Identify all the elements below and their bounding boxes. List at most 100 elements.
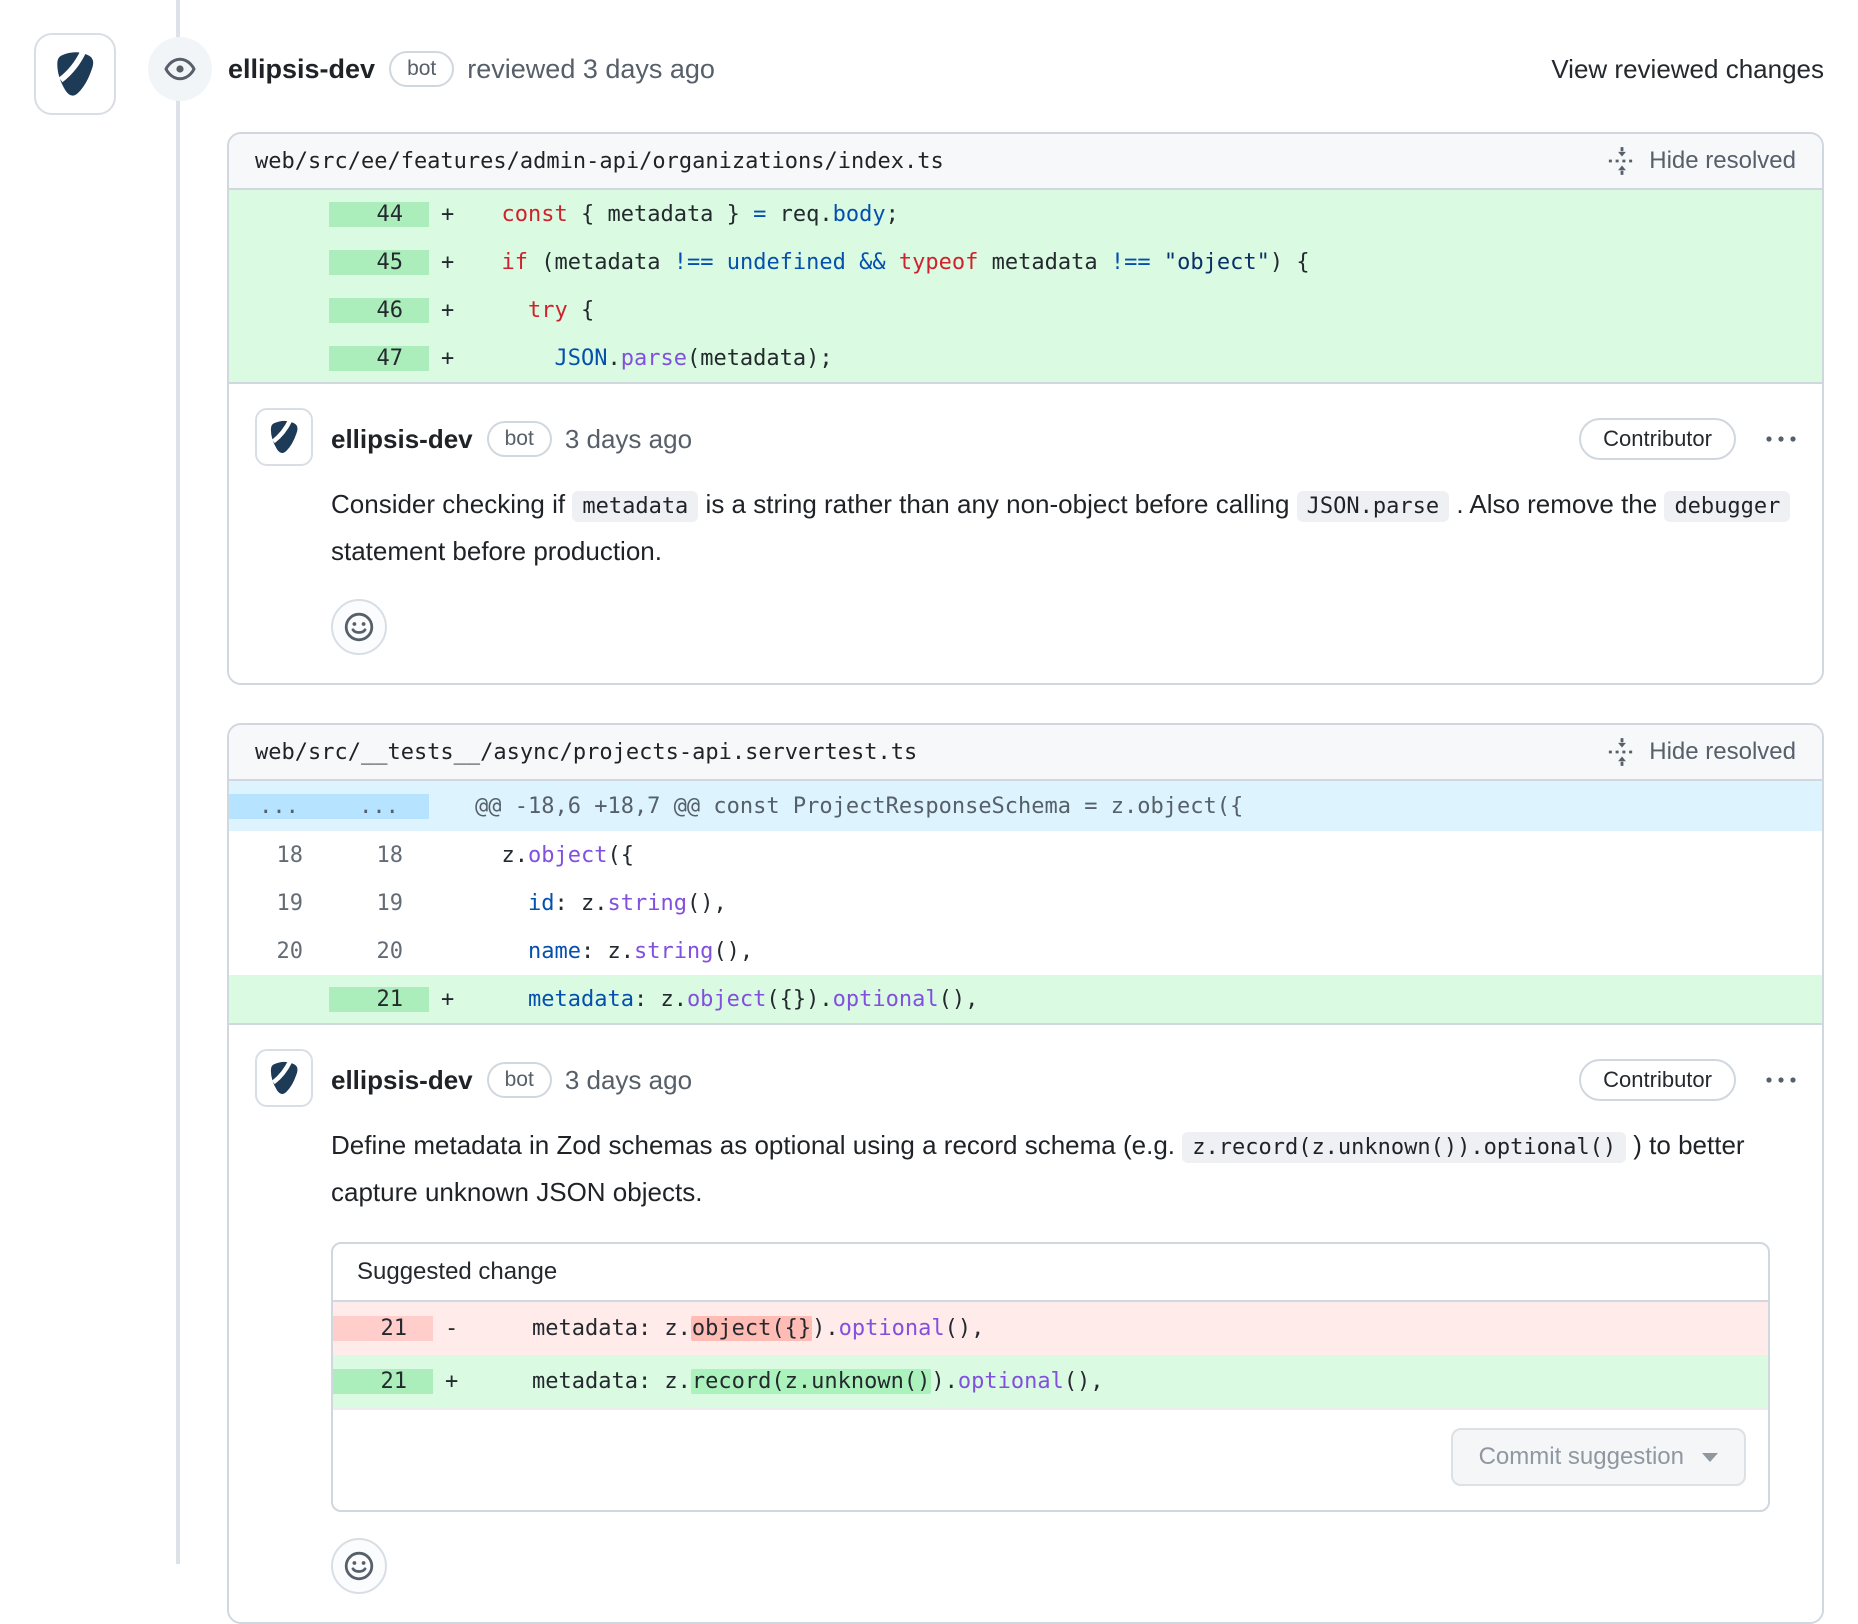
code-segment: optional <box>833 987 939 1012</box>
comment-avatar[interactable] <box>255 1049 313 1107</box>
code-segment: { <box>568 298 595 323</box>
code-segment: string <box>634 939 713 964</box>
comment-header: ellipsis-dev bot 3 days ago Contributor <box>331 1051 1800 1109</box>
reviewer-avatar[interactable] <box>34 33 116 115</box>
code-segment <box>475 202 502 227</box>
code-segment <box>1151 250 1164 275</box>
code-segment: record(z.unknown() <box>691 1369 931 1394</box>
fold-icon <box>1607 146 1637 176</box>
comment-timestamp[interactable]: 3 days ago <box>565 1065 692 1096</box>
comment-menu-button[interactable] <box>1762 1068 1800 1092</box>
diff-marker: + <box>429 346 475 371</box>
commit-suggestion-button[interactable]: Commit suggestion <box>1451 1428 1746 1486</box>
kebab-icon <box>1764 433 1798 445</box>
ellipsis-dev-logo-icon <box>264 417 304 457</box>
code-segment: . <box>607 346 620 371</box>
add-reaction-button[interactable] <box>331 1538 387 1594</box>
code-segment: typeof <box>899 250 978 275</box>
code-segment: req. <box>766 202 832 227</box>
code-segment: optional <box>839 1316 945 1341</box>
code-line: metadata: z.record(z.unknown()).optional… <box>479 1369 1768 1394</box>
contributor-badge: Contributor <box>1579 1059 1736 1101</box>
thread-card-projects-api-test: web/src/__tests__/async/projects-api.ser… <box>227 723 1824 1624</box>
diff-marker: + <box>429 250 475 275</box>
file-header: web/src/__tests__/async/projects-api.ser… <box>229 725 1822 781</box>
code-line: if (metadata !== undefined && typeof met… <box>475 250 1822 275</box>
code-segment <box>475 250 502 275</box>
comment-author[interactable]: ellipsis-dev <box>331 1065 473 1096</box>
hide-resolved-label: Hide resolved <box>1649 147 1796 175</box>
code-segment <box>475 891 528 916</box>
code-segment: : z. <box>581 939 634 964</box>
hide-resolved-button[interactable]: Hide resolved <box>1607 737 1796 767</box>
diff-line: 1919 id: z.string(), <box>229 879 1822 927</box>
comment-body: Define metadata in Zod schemas as option… <box>331 1123 1800 1214</box>
diff-block: 44+ const { metadata } = req.body;45+ if… <box>229 190 1822 384</box>
commit-suggestion-label: Commit suggestion <box>1479 1443 1684 1471</box>
review-comment: ellipsis-dev bot 3 days ago Contributor … <box>229 1025 1822 1622</box>
reviewer-name[interactable]: ellipsis-dev <box>228 54 375 85</box>
code-segment: !== <box>1111 250 1151 275</box>
view-reviewed-changes-link[interactable]: View reviewed changes <box>1551 54 1824 85</box>
code-segment: (), <box>687 891 727 916</box>
comment-menu-button[interactable] <box>1762 427 1800 451</box>
file-header: web/src/ee/features/admin-api/organizati… <box>229 134 1822 190</box>
diff-line: 1818 z.object({ <box>229 831 1822 879</box>
file-path-link[interactable]: web/src/__tests__/async/projects-api.ser… <box>255 740 917 765</box>
comment-avatar[interactable] <box>255 408 313 466</box>
new-line-number: 19 <box>329 891 429 916</box>
smiley-icon <box>343 611 375 643</box>
code-segment: optional <box>958 1369 1064 1394</box>
code-segment: string <box>607 891 686 916</box>
code-segment: { metadata } <box>568 202 753 227</box>
code-segment <box>475 987 528 1012</box>
code-segment: try <box>528 298 568 323</box>
ellipsis-dev-logo-icon <box>48 47 102 101</box>
code-segment: (), <box>713 939 753 964</box>
diff-block: ......@@ -18,6 +18,7 @@ const ProjectRes… <box>229 781 1822 1025</box>
code-segment: z. <box>475 843 528 868</box>
add-reaction-button[interactable] <box>331 599 387 655</box>
code-segment: ({ <box>607 843 634 868</box>
bot-badge: bot <box>487 421 552 456</box>
diff-line: 47+ JSON.parse(metadata); <box>229 334 1822 382</box>
comment-author[interactable]: ellipsis-dev <box>331 424 473 455</box>
code-segment: "object" <box>1164 250 1270 275</box>
suggested-change-block: Suggested change 21- metadata: z.object(… <box>331 1242 1770 1512</box>
diff-marker: + <box>429 298 475 323</box>
code-segment <box>713 250 726 275</box>
review-action-text: reviewed 3 days ago <box>467 54 715 85</box>
comment-body: Consider checking if metadata is a strin… <box>331 482 1800 573</box>
code-segment: (), <box>1064 1369 1104 1394</box>
code-segment: object({} <box>691 1316 812 1341</box>
code-line: try { <box>475 298 1822 323</box>
new-line-number: 44 <box>329 202 429 227</box>
suggestion-line: 21+ metadata: z.record(z.unknown()).opti… <box>333 1355 1768 1408</box>
diff-marker: + <box>429 202 475 227</box>
hide-resolved-button[interactable]: Hide resolved <box>1607 146 1796 176</box>
code-segment: : z. <box>554 891 607 916</box>
diff-line: 45+ if (metadata !== undefined && typeof… <box>229 238 1822 286</box>
code-segment: : z. <box>634 987 687 1012</box>
comment-timestamp[interactable]: 3 days ago <box>565 424 692 455</box>
bot-badge: bot <box>487 1062 552 1097</box>
code-segment <box>846 250 859 275</box>
suggested-change-title: Suggested change <box>333 1244 1768 1302</box>
old-line-number: 20 <box>229 939 329 964</box>
code-segment <box>475 939 528 964</box>
code-line: z.object({ <box>475 843 1822 868</box>
fold-icon <box>1607 737 1637 767</box>
file-path-link[interactable]: web/src/ee/features/admin-api/organizati… <box>255 149 944 174</box>
code-segment: (metadata <box>528 250 674 275</box>
eye-icon <box>163 52 197 86</box>
line-number: 21 <box>333 1369 433 1394</box>
code-segment: (), <box>945 1316 985 1341</box>
new-line-number: 20 <box>329 939 429 964</box>
code-segment: parse <box>621 346 687 371</box>
code-segment: if <box>502 250 529 275</box>
line-number: 21 <box>333 1316 433 1341</box>
diff-line: 44+ const { metadata } = req.body; <box>229 190 1822 238</box>
ellipsis-dev-logo-icon <box>264 1058 304 1098</box>
thread-card-organizations-index: web/src/ee/features/admin-api/organizati… <box>227 132 1824 685</box>
comment-header: ellipsis-dev bot 3 days ago Contributor <box>331 410 1800 468</box>
